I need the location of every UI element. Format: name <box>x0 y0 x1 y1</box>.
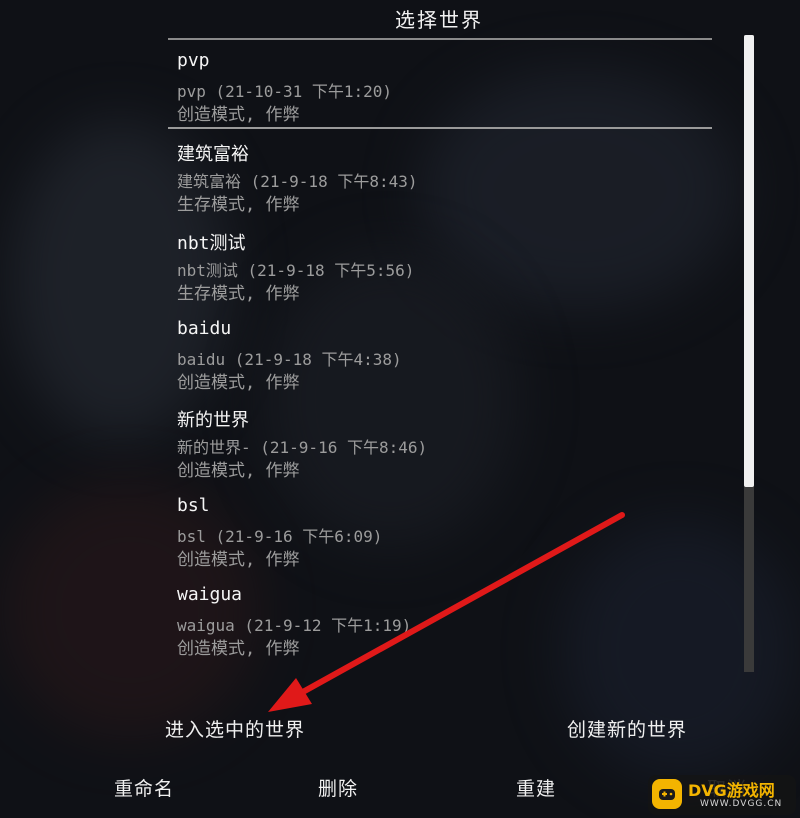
create-new-world-button[interactable]: 创建新的世界 <box>567 711 687 746</box>
watermark-brand: DVG游戏网 <box>688 781 775 800</box>
world-meta: nbt测试 (21-9-18 下午5:56) <box>177 261 415 280</box>
world-item[interactable]: bsl bsl (21-9-16 下午6:09) 创造模式, 作弊 <box>168 485 712 574</box>
world-mode: 生存模式, 作弊 <box>177 195 300 215</box>
watermark-site: WWW.DVGG.CN <box>700 799 783 809</box>
recreate-button[interactable]: 重建 <box>516 770 556 805</box>
world-meta: 建筑富裕 (21-9-18 下午8:43) <box>177 172 418 191</box>
enter-selected-world-button[interactable]: 进入选中的世界 <box>165 711 305 746</box>
world-meta: baidu (21-9-18 下午4:38) <box>177 350 402 369</box>
world-meta: 新的世界- (21-9-16 下午8:46) <box>177 438 428 457</box>
world-item-pvp[interactable]: pvp pvp (21-10-31 下午1:20) 创造模式, 作弊 <box>168 40 712 129</box>
world-name: nbt测试 <box>177 233 246 254</box>
gamepad-icon <box>652 779 682 809</box>
delete-button[interactable]: 删除 <box>318 770 358 805</box>
world-name: pvp <box>177 50 210 71</box>
world-item[interactable]: 建筑富裕 建筑富裕 (21-9-18 下午8:43) 生存模式, 作弊 <box>168 130 712 219</box>
world-name: baidu <box>177 318 232 339</box>
world-item[interactable]: waigua waigua (21-9-12 下午1:19) 创造模式, 作弊 <box>168 574 712 663</box>
screen-title: 选择世界 <box>395 8 483 32</box>
world-item[interactable]: baidu baidu (21-9-18 下午4:38) 创造模式, 作弊 <box>168 308 712 397</box>
watermark-badge: DVG游戏网 WWW.DVGG.CN <box>648 775 796 815</box>
world-list[interactable]: pvp pvp (21-10-31 下午1:20) 创造模式, 作弊 建筑富裕 … <box>168 38 712 672</box>
scrollbar-track[interactable] <box>744 35 754 672</box>
world-mode: 创造模式, 作弊 <box>177 461 300 481</box>
world-name: 建筑富裕 <box>177 144 249 165</box>
world-name: waigua <box>177 584 243 605</box>
world-mode: 创造模式, 作弊 <box>177 639 300 659</box>
world-name: bsl <box>177 495 210 516</box>
rename-button[interactable]: 重命名 <box>114 770 174 805</box>
world-name: 新的世界 <box>177 410 249 431</box>
world-mode: 创造模式, 作弊 <box>177 105 300 125</box>
world-mode: 生存模式, 作弊 <box>177 284 300 304</box>
world-meta: bsl (21-9-16 下午6:09) <box>177 527 383 546</box>
world-meta: pvp (21-10-31 下午1:20) <box>177 82 393 101</box>
world-item[interactable]: nbt测试 nbt测试 (21-9-18 下午5:56) 生存模式, 作弊 <box>168 219 712 308</box>
world-mode: 创造模式, 作弊 <box>177 373 300 393</box>
scrollbar-thumb[interactable] <box>744 35 754 487</box>
world-item[interactable]: 新的世界 新的世界- (21-9-16 下午8:46) 创造模式, 作弊 <box>168 396 712 485</box>
world-meta: waigua (21-9-12 下午1:19) <box>177 616 412 635</box>
world-mode: 创造模式, 作弊 <box>177 550 300 570</box>
